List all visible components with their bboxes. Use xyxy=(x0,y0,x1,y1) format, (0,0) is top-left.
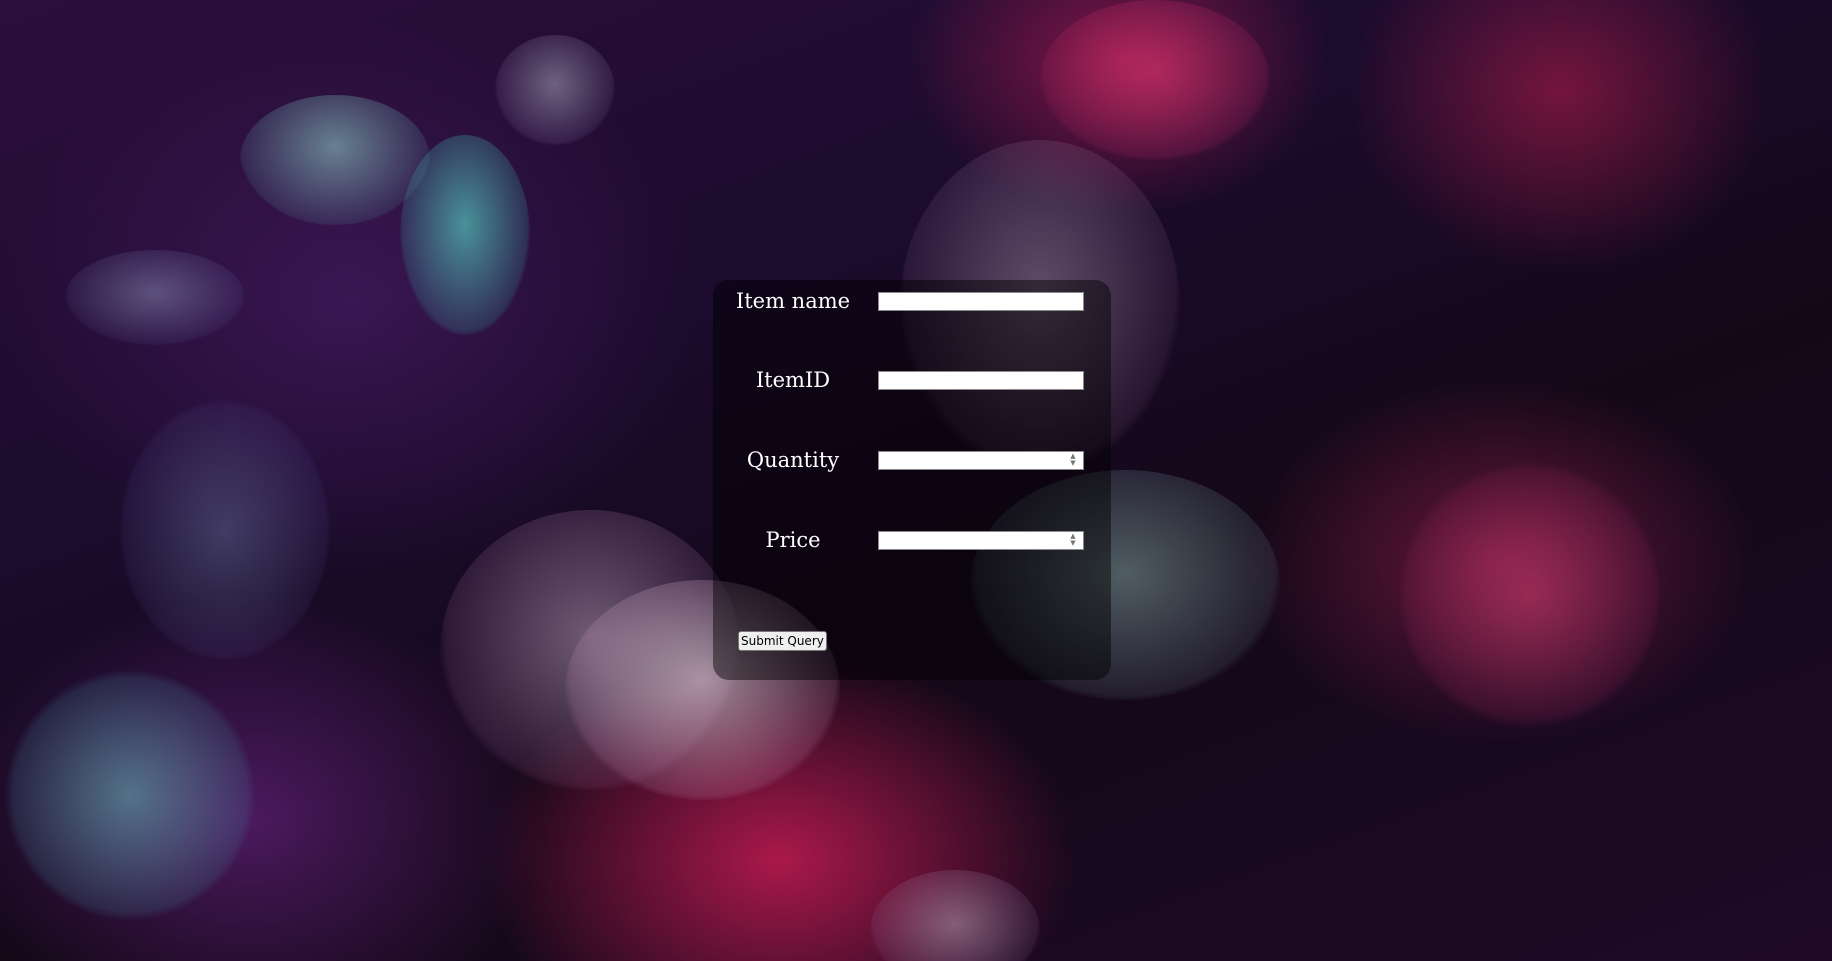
spin-down-icon[interactable]: ▼ xyxy=(1067,460,1079,467)
price-row: Price ▲ ▼ xyxy=(713,520,1111,560)
item-name-input[interactable] xyxy=(878,292,1084,311)
spin-down-icon[interactable]: ▼ xyxy=(1067,540,1079,547)
jellyfish-decoration xyxy=(240,95,430,225)
item-name-row: Item name xyxy=(713,281,1111,321)
jellyfish-decoration xyxy=(495,35,615,145)
price-spinner[interactable]: ▲ ▼ xyxy=(1067,533,1079,548)
jellyfish-decoration xyxy=(1040,0,1270,160)
jellyfish-decoration xyxy=(400,135,530,335)
item-id-label: ItemID xyxy=(755,368,831,392)
item-form-panel: Item name ItemID Quantity ▲ ▼ Price ▲ ▼ … xyxy=(713,280,1111,680)
item-name-label: Item name xyxy=(735,289,851,313)
item-id-row: ItemID xyxy=(713,360,1111,400)
jellyfish-decoration xyxy=(5,670,255,920)
jellyfish-decoration xyxy=(1400,460,1660,730)
price-label: Price xyxy=(765,528,821,552)
price-input[interactable]: ▲ ▼ xyxy=(878,531,1084,550)
quantity-row: Quantity ▲ ▼ xyxy=(713,440,1111,480)
jellyfish-decoration xyxy=(870,870,1040,961)
quantity-input[interactable]: ▲ ▼ xyxy=(878,451,1084,470)
jellyfish-decoration xyxy=(120,400,330,660)
submit-query-button[interactable]: Submit Query xyxy=(738,631,827,651)
quantity-spinner[interactable]: ▲ ▼ xyxy=(1067,453,1079,468)
item-id-input[interactable] xyxy=(878,371,1084,390)
quantity-label: Quantity xyxy=(746,448,840,472)
jellyfish-decoration xyxy=(65,250,245,345)
